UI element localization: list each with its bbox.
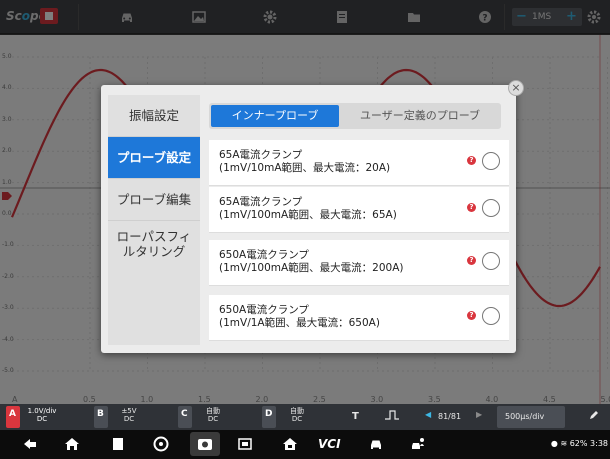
- channel-d-setting[interactable]: 自動 DC: [278, 407, 316, 423]
- sidebar-item-label: プローブ設定: [116, 150, 192, 165]
- channel-coupling: DC: [123, 415, 135, 423]
- probe-tabs: インナープローブ ユーザー定義のプローブ: [209, 103, 501, 129]
- vci-icon[interactable]: VCI: [318, 436, 341, 452]
- channel-coupling: DC: [291, 415, 303, 423]
- channel-coupling: DC: [36, 415, 48, 423]
- channel-d-button[interactable]: D: [262, 406, 276, 428]
- channel-a-setting[interactable]: 1.0V/div DC: [22, 407, 62, 423]
- probe-list-item[interactable]: 65A電流クランプ (1mV/10mA範囲、最大電流：20A) ?: [209, 140, 509, 186]
- channel-scale: 自動: [290, 407, 304, 415]
- probe-name: 65A電流クランプ: [219, 149, 303, 161]
- probe-name: 650A電流クランプ: [219, 304, 309, 316]
- probe-detail: (1mV/1A範囲、最大電流：650A): [219, 317, 380, 329]
- battery-level: 62%: [569, 439, 588, 448]
- probe-radio-button[interactable]: [482, 307, 500, 325]
- help-icon[interactable]: ?: [467, 256, 476, 265]
- channel-scale: ±5V: [121, 407, 137, 415]
- channel-c-button[interactable]: C: [178, 406, 192, 428]
- status-bar: ● ≋ 62% 3:38: [551, 439, 608, 448]
- probe-list-item[interactable]: 65A電流クランプ (1mV/100mA範囲、最大電流：65A) ?: [209, 187, 509, 233]
- camera-icon[interactable]: [190, 432, 220, 456]
- browser-icon[interactable]: [153, 436, 169, 456]
- home-icon[interactable]: [64, 436, 80, 456]
- channel-scale: 1.0V/div: [27, 407, 57, 415]
- help-icon[interactable]: ?: [467, 203, 476, 212]
- channel-label: B: [97, 409, 104, 419]
- page-indicator: 81/81: [438, 412, 462, 421]
- probe-radio-button[interactable]: [482, 252, 500, 270]
- settings-sidebar: 振幅設定 プローブ設定 プローブ編集 ローパスフィルタリング: [108, 95, 200, 345]
- channel-label: A: [9, 409, 16, 419]
- close-icon: ×: [511, 81, 521, 94]
- help-icon[interactable]: ?: [467, 156, 476, 165]
- scope-app: Scope ? − 1MS +: [0, 0, 610, 459]
- probe-text: 650A電流クランプ (1mV/1A範囲、最大電流：650A): [219, 304, 380, 330]
- tab-label: ユーザー定義のプローブ: [359, 109, 481, 122]
- screen-capture-icon[interactable]: [237, 436, 253, 456]
- timebase-button[interactable]: 500µs/div: [497, 406, 565, 428]
- location-icon: ●: [550, 439, 558, 448]
- channel-label: C: [181, 409, 188, 419]
- probe-list-item[interactable]: 650A電流クランプ (1mV/100mA範囲、最大電流：200A) ?: [209, 240, 509, 286]
- tab-inner-probe[interactable]: インナープローブ: [211, 105, 339, 127]
- vehicle-home-icon[interactable]: [282, 436, 298, 456]
- probe-detail: (1mV/100mA範囲、最大電流：200A): [219, 262, 404, 274]
- sidebar-item-label: プローブ編集: [116, 192, 192, 207]
- sidebar-item-lowpass-filter[interactable]: ローパスフィルタリング: [108, 221, 200, 267]
- probe-detail: (1mV/10mA範囲、最大電流：20A): [219, 162, 391, 174]
- trigger-button[interactable]: T: [352, 411, 359, 422]
- timebase-label: 500µs/div: [505, 412, 545, 421]
- sidebar-item-probe-settings[interactable]: プローブ設定: [108, 137, 200, 179]
- channel-b-setting[interactable]: ±5V DC: [110, 407, 148, 423]
- wifi-icon: ≋: [560, 439, 568, 448]
- pen-icon[interactable]: [588, 409, 600, 423]
- close-dialog-button[interactable]: ×: [508, 80, 524, 96]
- probe-detail: (1mV/100mA範囲、最大電流：65A): [219, 209, 397, 221]
- trigger-edge-icon[interactable]: [384, 409, 400, 423]
- probe-radio-button[interactable]: [482, 199, 500, 217]
- first-page-icon[interactable]: ◀: [425, 410, 431, 419]
- probe-settings-dialog: 振幅設定 プローブ設定 プローブ編集 ローパスフィルタリング インナープローブ …: [101, 85, 516, 353]
- probe-text: 65A電流クランプ (1mV/100mA範囲、最大電流：65A): [219, 196, 397, 222]
- channel-label: D: [265, 409, 273, 419]
- help-icon[interactable]: ?: [467, 311, 476, 320]
- probe-list-item[interactable]: 650A電流クランプ (1mV/1A範囲、最大電流：650A) ?: [209, 295, 509, 341]
- channel-coupling: DC: [207, 415, 219, 423]
- channel-bar: A 1.0V/div DC B ±5V DC C 自動 DC D 自動 DC T ◀ 8…: [0, 404, 610, 430]
- sidebar-item-label: ローパスフィルタリング: [116, 229, 192, 259]
- probe-text: 65A電流クランプ (1mV/10mA範囲、最大電流：20A): [219, 149, 390, 175]
- back-icon[interactable]: [22, 436, 38, 456]
- probe-radio-button[interactable]: [482, 152, 500, 170]
- tab-label: インナープローブ: [231, 109, 319, 122]
- sidebar-item-amplitude[interactable]: 振幅設定: [108, 95, 200, 137]
- last-page-icon[interactable]: ▶: [476, 410, 482, 419]
- sidebar-item-label: 振幅設定: [128, 108, 179, 123]
- sidebar-item-probe-edit[interactable]: プローブ編集: [108, 179, 200, 221]
- channel-b-button[interactable]: B: [94, 406, 108, 428]
- probe-text: 650A電流クランプ (1mV/100mA範囲、最大電流：200A): [219, 249, 404, 275]
- recent-apps-icon[interactable]: [110, 436, 126, 456]
- probe-name: 65A電流クランプ: [219, 196, 303, 208]
- tab-user-defined-probe[interactable]: ユーザー定義のプローブ: [341, 105, 499, 127]
- user-car-icon[interactable]: [410, 436, 426, 456]
- channel-scale: 自動: [206, 407, 220, 415]
- system-nav-bar: VCI ● ≋ 62% 3:38: [0, 430, 610, 459]
- probe-name: 650A電流クランプ: [219, 249, 309, 261]
- clock: 3:38: [590, 439, 608, 448]
- channel-a-button[interactable]: A: [6, 406, 20, 428]
- car-service-icon[interactable]: [368, 436, 384, 456]
- channel-c-setting[interactable]: 自動 DC: [194, 407, 232, 423]
